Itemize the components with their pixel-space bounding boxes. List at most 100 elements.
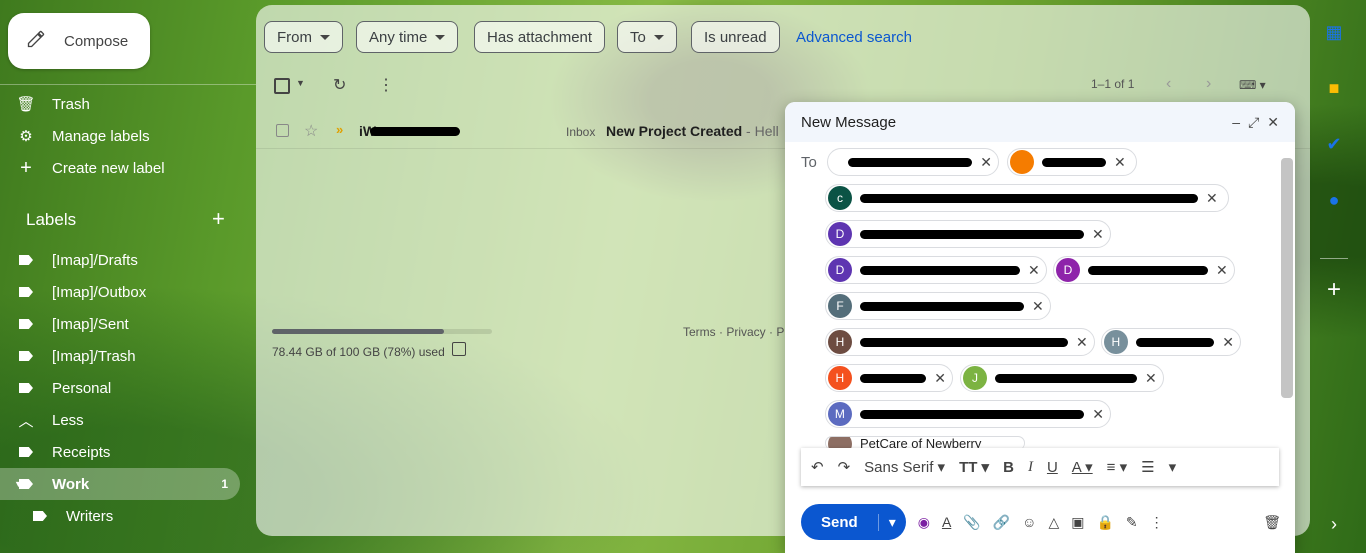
select-all-checkbox[interactable] <box>274 78 290 94</box>
next-page-icon[interactable]: › <box>1206 75 1211 93</box>
emoji-icon[interactable]: ☺ <box>1022 514 1036 530</box>
sidebar-item-manage-labels[interactable]: ⚙ Manage labels <box>0 120 240 152</box>
compose-button[interactable]: Compose <box>8 13 150 69</box>
refresh-icon[interactable]: ↻ <box>333 75 346 95</box>
row-checkbox[interactable] <box>276 124 289 137</box>
prev-page-icon[interactable]: ‹ <box>1166 75 1171 93</box>
signature-icon[interactable]: ✎ <box>1126 514 1138 531</box>
recipient-chip[interactable]: F ✕ <box>825 292 1051 320</box>
redo-icon[interactable]: ↷ <box>838 458 851 476</box>
remove-recipient-icon[interactable]: ✕ <box>980 154 992 171</box>
label-icon <box>19 479 33 489</box>
star-icon[interactable]: ☆ <box>304 121 318 141</box>
filter-from[interactable]: From <box>264 21 343 53</box>
scrollbar[interactable] <box>1281 158 1293 398</box>
recipient-chip[interactable]: M ✕ <box>825 400 1111 428</box>
compose-header[interactable]: New Message – ⤢ ✕ <box>785 102 1295 142</box>
remove-recipient-icon[interactable]: ✕ <box>1076 334 1088 351</box>
italic-icon[interactable]: I <box>1028 459 1033 476</box>
bold-icon[interactable]: B <box>1003 459 1014 476</box>
font-select[interactable]: Sans Serif ▾ <box>864 458 945 476</box>
sidebar-item-less[interactable]: ︿ Less <box>0 404 240 436</box>
importance-icon[interactable]: » <box>336 122 343 137</box>
attach-icon[interactable]: 📎 <box>963 514 980 531</box>
remove-recipient-icon[interactable]: ✕ <box>1032 298 1044 315</box>
ai-icon[interactable]: ◉ <box>918 514 930 531</box>
numbered-list-icon[interactable]: ☰ <box>1141 458 1154 476</box>
redaction <box>860 229 1084 239</box>
photo-icon[interactable]: ▣ <box>1071 514 1084 531</box>
align-icon[interactable]: ≡ ▾ <box>1107 458 1127 476</box>
add-addon-icon[interactable]: + <box>1320 276 1348 304</box>
recipient-chip[interactable]: D ✕ <box>825 220 1111 248</box>
remove-recipient-icon[interactable]: ✕ <box>1092 226 1104 243</box>
recipient-chip[interactable]: H ✕ <box>825 328 1095 356</box>
label-icon <box>33 511 47 521</box>
close-icon[interactable]: ✕ <box>1267 114 1279 131</box>
sidebar-item-create-label[interactable]: + Create new label <box>0 152 240 184</box>
discard-icon[interactable]: 🗑 <box>1263 514 1281 531</box>
contacts-icon[interactable]: ● <box>1320 186 1348 214</box>
sidebar-item-trash[interactable]: 🗑 Trash <box>0 88 240 120</box>
compose-title: New Message <box>801 113 897 131</box>
filter-any-time[interactable]: Any time <box>356 21 459 53</box>
terms-links[interactable]: Terms · Privacy · Pr <box>683 325 788 339</box>
remove-recipient-icon[interactable]: ✕ <box>1222 334 1234 351</box>
tasks-icon[interactable]: ✔ <box>1320 130 1348 158</box>
remove-recipient-icon[interactable]: ✕ <box>1145 370 1157 387</box>
undo-icon[interactable]: ↶ <box>811 458 824 476</box>
redaction <box>1135 337 1215 347</box>
font-size-icon[interactable]: TT ▾ <box>959 458 989 476</box>
avatar: D <box>828 258 852 282</box>
more-options-icon[interactable]: ⋮ <box>1150 514 1164 531</box>
more-vert-icon[interactable]: ⋮ <box>378 75 394 95</box>
expand-panel-icon[interactable]: › <box>1320 510 1348 538</box>
link-icon[interactable]: 🔗 <box>993 514 1010 531</box>
remove-recipient-icon[interactable]: ✕ <box>1206 190 1218 207</box>
send-button[interactable]: Send ▾ <box>801 504 906 540</box>
keep-icon[interactable]: ■ <box>1320 74 1348 102</box>
recipient-chip[interactable]: H ✕ <box>825 364 953 392</box>
sidebar-item-imap-trash[interactable]: [Imap]/Trash <box>0 340 240 372</box>
sidebar-item-personal[interactable]: Personal <box>0 372 240 404</box>
sidebar-item-receipts[interactable]: Receipts <box>0 436 240 468</box>
keyboard-icon[interactable]: ⌨ ▾ <box>1239 78 1266 92</box>
calendar-icon[interactable]: ▦ <box>1320 18 1348 46</box>
recipient-chip[interactable]: D ✕ <box>1053 256 1235 284</box>
advanced-search-link[interactable]: Advanced search <box>796 29 912 46</box>
chevron-down-icon <box>435 34 446 40</box>
remove-recipient-icon[interactable]: ✕ <box>934 370 946 387</box>
external-link-icon[interactable] <box>452 342 466 356</box>
recipient-chip[interactable]: H ✕ <box>1101 328 1241 356</box>
recipient-chip[interactable]: J ✕ <box>960 364 1164 392</box>
redaction <box>848 157 973 167</box>
filter-has-attachment[interactable]: Has attachment <box>474 21 606 53</box>
drive-icon[interactable]: △ <box>1048 514 1059 531</box>
formatting-options-icon[interactable]: A <box>942 514 951 530</box>
remove-recipient-icon[interactable]: ✕ <box>1216 262 1228 279</box>
schedule-send-dropdown-icon[interactable]: ▾ <box>879 514 906 531</box>
minimize-icon[interactable]: – <box>1232 114 1240 131</box>
recipient-chip[interactable]: c ✕ <box>825 184 1229 212</box>
remove-recipient-icon[interactable]: ✕ <box>1092 406 1104 423</box>
redaction <box>860 193 1198 203</box>
recipient-chip[interactable]: D ✕ <box>825 256 1047 284</box>
fullscreen-icon[interactable]: ⤢ <box>1248 114 1259 131</box>
select-dropdown-icon[interactable]: ▼ <box>296 78 305 88</box>
recipient-chip[interactable]: ✕ <box>827 148 999 176</box>
underline-icon[interactable]: U <box>1047 459 1058 476</box>
remove-recipient-icon[interactable]: ✕ <box>1114 154 1126 171</box>
sidebar-item-work[interactable]: ▼ Work 1 <box>0 468 240 500</box>
recipient-chip[interactable]: ✕ <box>1007 148 1137 176</box>
sidebar-item-writers[interactable]: Writers <box>0 500 240 532</box>
sidebar-item-imap-drafts[interactable]: [Imap]/Drafts <box>0 244 240 276</box>
sidebar-item-imap-sent[interactable]: [Imap]/Sent <box>0 308 240 340</box>
confidential-icon[interactable]: 🔒 <box>1096 514 1113 531</box>
remove-recipient-icon[interactable]: ✕ <box>1028 262 1040 279</box>
more-formatting-icon[interactable]: ▾ <box>1169 458 1177 476</box>
text-color-icon[interactable]: A ▾ <box>1072 458 1093 476</box>
add-label-icon[interactable]: + <box>212 208 225 230</box>
sidebar-item-imap-outbox[interactable]: [Imap]/Outbox <box>0 276 240 308</box>
filter-to[interactable]: To <box>617 21 677 53</box>
filter-is-unread[interactable]: Is unread <box>691 21 780 53</box>
